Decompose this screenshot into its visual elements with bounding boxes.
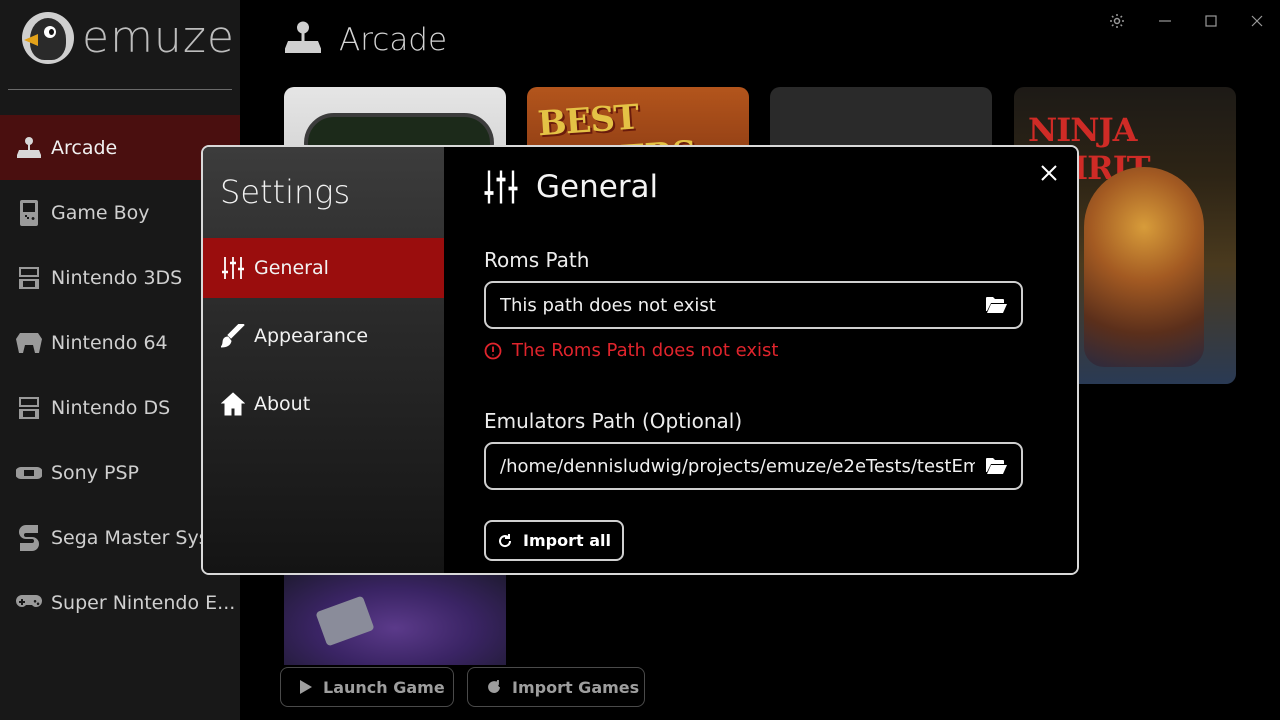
- maximize-icon[interactable]: [1200, 10, 1222, 32]
- sidebar-item-label: Super Nintendo E...: [51, 591, 236, 614]
- settings-content: General Roms Path This path does not exi…: [444, 147, 1077, 573]
- refresh-icon: [499, 533, 512, 547]
- nintendo-ds-icon: [16, 395, 42, 421]
- roms-path-error-text: The Roms Path does not exist: [512, 340, 779, 361]
- settings-tab-label: General: [254, 257, 329, 279]
- sega-icon: [16, 524, 42, 551]
- page-header: Arcade: [283, 20, 447, 60]
- settings-tab-appearance[interactable]: Appearance: [203, 306, 444, 366]
- snes-controller-icon: [16, 590, 42, 616]
- import-all-button[interactable]: Import all: [484, 520, 624, 561]
- sidebar-item-label: Game Boy: [51, 201, 150, 224]
- roms-path-error: The Roms Path does not exist: [484, 340, 778, 361]
- joystick-icon: [283, 20, 323, 60]
- gameboy-icon: [16, 199, 42, 226]
- sliders-icon: [484, 170, 518, 204]
- game-card-space[interactable]: [284, 573, 506, 665]
- logo-bird-icon: [22, 12, 74, 64]
- emulators-path-label: Emulators Path (Optional): [484, 409, 743, 433]
- paintbrush-icon: [220, 323, 246, 349]
- close-settings-button[interactable]: [1035, 159, 1063, 187]
- launch-game-button[interactable]: Launch Game: [280, 667, 454, 707]
- settings-tab-general[interactable]: General: [203, 238, 444, 298]
- sidebar-item-label: Arcade: [51, 136, 118, 159]
- import-games-label: Import Games: [512, 677, 640, 697]
- settings-modal: Settings General Appearance About Genera…: [201, 145, 1079, 575]
- settings-tab-about[interactable]: About: [203, 374, 444, 434]
- sidebar-item-super-nintendo[interactable]: Super Nintendo E...: [0, 570, 240, 635]
- folder-open-icon[interactable]: [983, 292, 1009, 318]
- psp-icon: [16, 460, 42, 486]
- roms-path-value: This path does not exist: [500, 294, 716, 316]
- emulators-path-field[interactable]: /home/dennisludwig/projects/emuze/e2eTes…: [484, 442, 1023, 490]
- sidebar-divider: [8, 89, 232, 90]
- close-icon: [1041, 165, 1057, 181]
- sidebar-item-label: Nintendo 64: [51, 331, 168, 354]
- error-icon: [484, 342, 502, 359]
- gear-icon[interactable]: [1106, 10, 1128, 32]
- launch-game-label: Launch Game: [323, 677, 445, 697]
- play-icon: [300, 680, 312, 694]
- n64-controller-icon: [16, 330, 42, 356]
- cover-art: [1084, 167, 1204, 367]
- close-icon[interactable]: [1246, 10, 1268, 32]
- emulators-path-value: /home/dennisludwig/projects/emuze/e2eTes…: [500, 455, 975, 477]
- sidebar-item-label: Sony PSP: [51, 461, 139, 484]
- app-logo: emuze: [22, 12, 235, 64]
- sliders-icon: [220, 255, 246, 281]
- import-all-label: Import all: [523, 531, 611, 550]
- sidebar-item-label: Sega Master Sys: [51, 526, 209, 549]
- home-icon: [220, 391, 246, 417]
- roms-path-field[interactable]: This path does not exist: [484, 281, 1023, 329]
- refresh-icon: [488, 680, 500, 693]
- nintendo-3ds-icon: [16, 265, 42, 291]
- settings-title: Settings: [220, 173, 351, 211]
- sidebar-item-label: Nintendo 3DS: [51, 266, 183, 289]
- folder-open-icon[interactable]: [983, 453, 1009, 479]
- settings-tab-label: About: [254, 393, 311, 415]
- section-header: General: [484, 169, 658, 205]
- settings-sidebar: Settings General Appearance About: [203, 147, 444, 573]
- roms-path-label: Roms Path: [484, 248, 590, 272]
- settings-nav: General Appearance About: [203, 238, 444, 442]
- cover-art: [315, 595, 375, 647]
- import-games-button[interactable]: Import Games: [467, 667, 645, 707]
- logo-text: emuze: [82, 12, 235, 63]
- page-title: Arcade: [339, 22, 448, 58]
- settings-tab-label: Appearance: [254, 325, 369, 347]
- joystick-icon: [16, 135, 42, 161]
- sidebar-item-label: Nintendo DS: [51, 396, 171, 419]
- minimize-icon[interactable]: [1154, 10, 1176, 32]
- section-title: General: [536, 169, 659, 205]
